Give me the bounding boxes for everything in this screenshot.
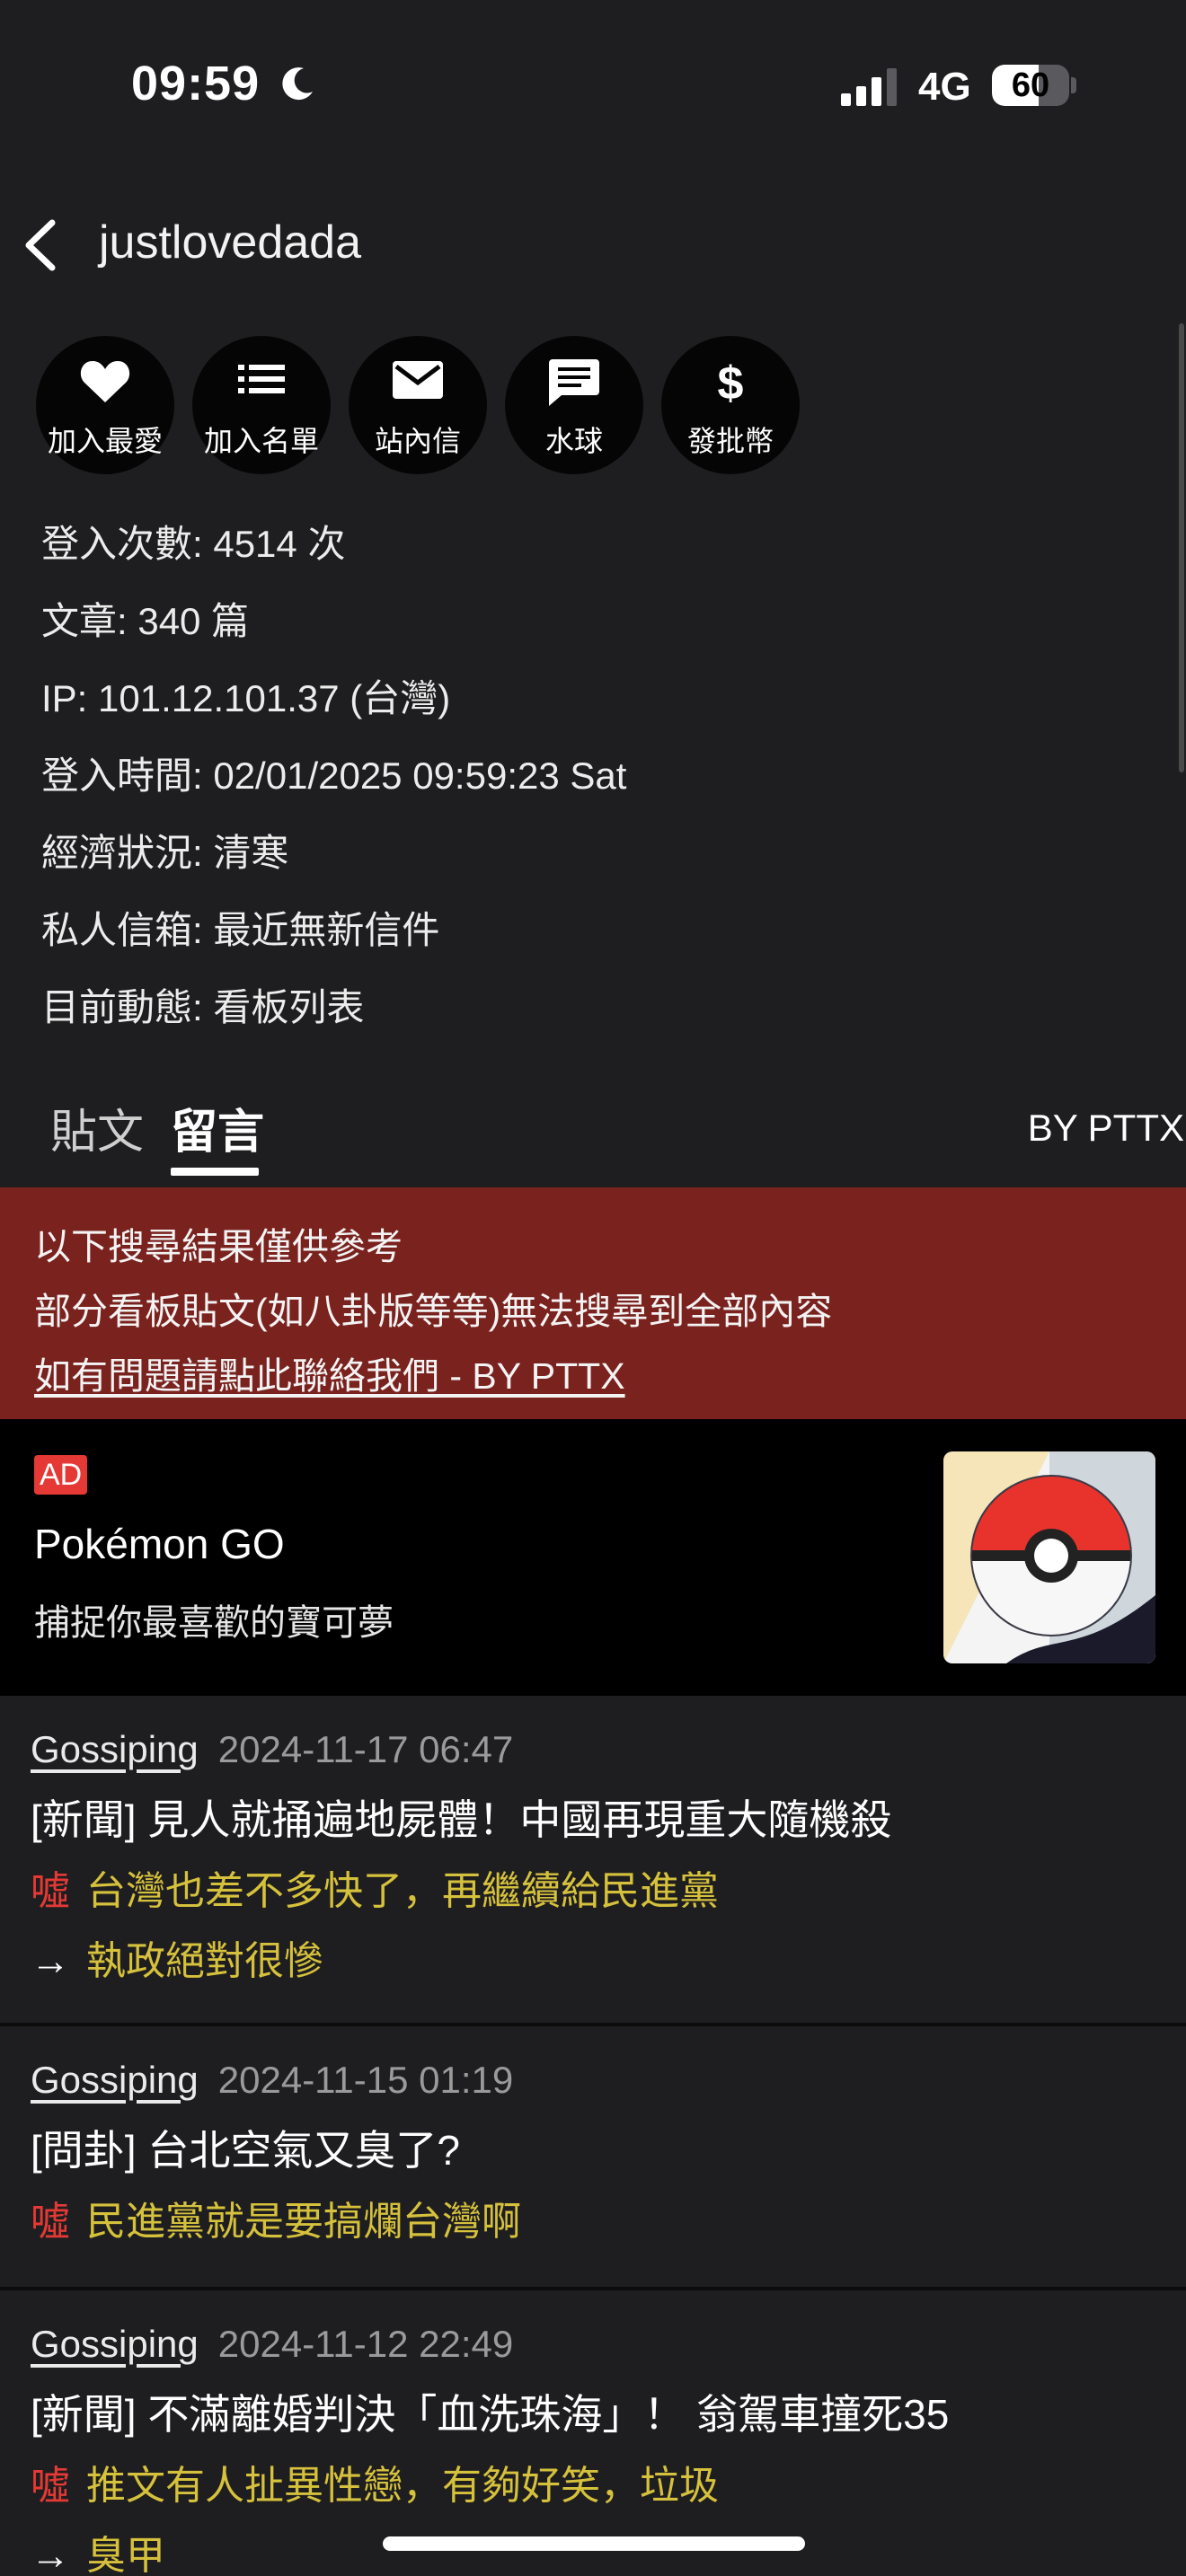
item-meta: Gossiping 2024-11-15 01:19 <box>31 2059 1155 2116</box>
mail-button[interactable]: 站內信 <box>349 336 487 474</box>
list-item[interactable]: Gossiping 2024-11-12 22:49 [新聞] 不滿離婚判決「血洗… <box>0 2290 1186 2576</box>
add-favorite-button[interactable]: 加入最愛 <box>36 336 174 474</box>
ad-description: 捕捉你最喜歡的寶可夢 <box>34 1603 394 1643</box>
boo-tag: 噓 <box>31 1869 70 1913</box>
comment-line: 噓推文有人扯異性戀，有夠好笑，垃圾 <box>31 2454 1155 2524</box>
item-date: 2024-11-17 06:47 <box>217 1728 514 1770</box>
send-coin-button[interactable]: $ 發批幣 <box>661 336 800 474</box>
item-date: 2024-11-12 22:49 <box>217 2323 514 2365</box>
water-ball-label: 水球 <box>544 425 603 457</box>
dollar-icon: $ <box>718 359 744 406</box>
status-bar: 09:59 4G 60 <box>0 0 1186 171</box>
economy-status: 經濟狀況: 清寒 <box>41 832 289 874</box>
comment-text: 推文有人扯異性戀，有夠好笑，垃圾 <box>86 2464 719 2508</box>
comment-text: 執政絕對很慘 <box>86 1939 323 1983</box>
tab-comments[interactable]: 留言 <box>171 1094 264 1161</box>
boo-tag: 噓 <box>31 2464 70 2508</box>
ad-title: Pokémon GO <box>34 1521 285 1567</box>
pokeball-icon <box>943 1451 1155 1663</box>
comment-list: Gossiping 2024-11-17 06:47 [新聞] 見人就捅遍地屍體！… <box>0 1696 1186 2576</box>
post-count: 文章: 340 篇 <box>41 600 250 642</box>
water-ball-button[interactable]: 水球 <box>505 336 643 474</box>
list-icon <box>238 365 285 393</box>
add-list-label: 加入名單 <box>203 425 319 457</box>
ip-address: IP: 101.12.101.37 (台灣) <box>41 677 451 719</box>
notice-banner: 以下搜尋結果僅供參考 部分看板貼文(如八卦版等等)無法搜尋到全部內容 如有問題請… <box>0 1187 1186 1419</box>
status-time: 09:59 <box>131 57 261 110</box>
moon-icon <box>282 67 313 101</box>
chat-bubble-icon <box>549 359 599 406</box>
list-item[interactable]: Gossiping 2024-11-15 01:19 [問卦] 台北空氣又臭了? … <box>0 2026 1186 2290</box>
post-title: [新聞] 見人就捅遍地屍體！中國再現重大隨機殺 <box>31 1796 892 1843</box>
ad-banner[interactable]: AD Pokémon GO 捕捉你最喜歡的寶可夢 <box>0 1419 1186 1696</box>
contact-link[interactable]: 如有問題請點此聯絡我們 - BY PTTX <box>34 1344 1152 1408</box>
battery-icon: 60 <box>992 65 1069 106</box>
arrow-tag: → <box>31 1939 70 1983</box>
tab-posts[interactable]: 貼文 <box>50 1094 144 1161</box>
heart-icon <box>80 361 130 402</box>
board-link[interactable]: Gossiping <box>31 1728 199 1770</box>
list-item[interactable]: Gossiping 2024-11-17 06:47 [新聞] 見人就捅遍地屍體！… <box>0 1696 1186 2026</box>
add-favorite-label: 加入最愛 <box>47 425 163 457</box>
item-meta: Gossiping 2024-11-17 06:47 <box>31 1728 1155 1786</box>
home-indicator[interactable] <box>383 2536 805 2551</box>
login-time: 登入時間: 02/01/2025 09:59:23 Sat <box>41 754 627 797</box>
byline: BY PTTX <box>1027 1107 1184 1149</box>
item-meta: Gossiping 2024-11-12 22:49 <box>31 2323 1155 2380</box>
battery-level: 60 <box>1011 66 1050 104</box>
comment-line: 噓台灣也差不多快了，再繼續給民進黨 <box>31 1859 1155 1929</box>
notice-line-1: 以下搜尋結果僅供參考 <box>34 1226 403 1267</box>
comment-line: → 執政絕對很慘 <box>31 1929 1155 1999</box>
comment-line: 噓民進黨就是要搞爛台灣啊 <box>31 2190 1155 2260</box>
battery-cap <box>1071 77 1076 93</box>
mail-label: 站內信 <box>374 425 461 457</box>
ad-badge: AD <box>34 1455 88 1495</box>
svg-text:$: $ <box>718 359 744 406</box>
arrow-tag: → <box>31 2534 70 2576</box>
mailbox-status: 私人信箱: 最近無新信件 <box>41 909 440 951</box>
chevron-left-icon <box>25 219 56 271</box>
post-title: [問卦] 台北空氣又臭了? <box>31 2127 460 2174</box>
boo-tag: 噓 <box>31 2200 70 2244</box>
comment-text: 台灣也差不多快了，再繼續給民進黨 <box>86 1869 719 1913</box>
add-list-button[interactable]: 加入名單 <box>192 336 331 474</box>
back-button[interactable] <box>13 214 75 277</box>
login-count: 登入次數: 4514 次 <box>41 523 346 565</box>
network-type: 4G <box>918 65 971 109</box>
board-link[interactable]: Gossiping <box>31 2059 199 2101</box>
mail-icon <box>393 361 443 399</box>
scrollbar[interactable] <box>1179 323 1184 772</box>
signal-icon <box>841 68 897 106</box>
comment-text: 民進黨就是要搞爛台灣啊 <box>86 2200 521 2244</box>
tab-bar: 貼文 留言 BY PTTX <box>0 1042 1186 1186</box>
comment-text: 臭甲 <box>86 2534 165 2576</box>
page-title: justlovedada <box>99 216 361 269</box>
active-tab-indicator <box>171 1168 259 1176</box>
header: justlovedada <box>0 198 1186 296</box>
notice-line-2: 部分看板貼文(如八卦版等等)無法搜尋到全部內容 <box>34 1291 833 1332</box>
send-coin-label: 發批幣 <box>686 425 774 457</box>
board-link[interactable]: Gossiping <box>31 2323 199 2365</box>
item-date: 2024-11-15 01:19 <box>217 2059 514 2101</box>
profile-info: 登入次數: 4514 次 文章: 340 篇 IP: 101.12.101.37… <box>41 512 626 1053</box>
post-title: [新聞] 不滿離婚判決「血洗珠海」！ 翁駕車撞死35 <box>31 2391 950 2438</box>
